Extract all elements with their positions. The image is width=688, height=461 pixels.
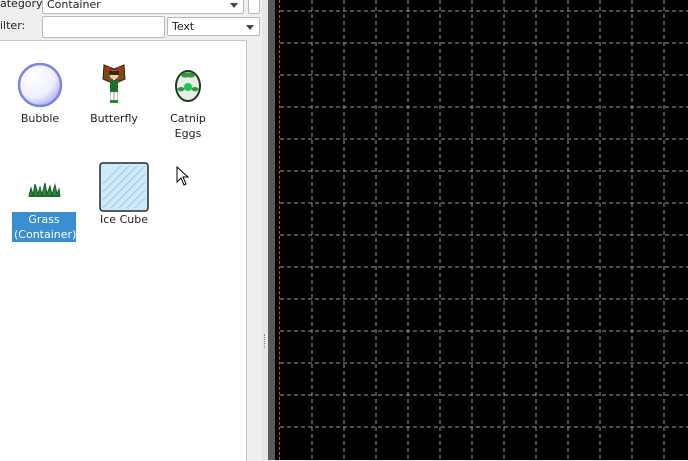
palette-scrollbar[interactable] [247, 40, 261, 460]
palette-item-label: Catnip Eggs [170, 112, 206, 140]
palette-item-label: Grass (Container) [12, 212, 77, 242]
chevron-down-icon [230, 3, 238, 8]
butterfly-icon [89, 61, 139, 111]
palette-item-label: Bubble [20, 112, 60, 125]
level-boundary-line [279, 0, 280, 460]
palette-item-label: Butterfly [90, 112, 138, 125]
bubble-icon [15, 61, 65, 111]
object-list[interactable]: Bubble Butterfly Catnip Eggs Grass (Cont… [0, 40, 247, 461]
category-row: ategory: Container [0, 0, 262, 15]
palette-item-grass[interactable]: Grass (Container) [12, 162, 76, 242]
splitter-grip-icon [264, 334, 267, 348]
mouse-pointer-icon [176, 165, 190, 189]
filter-mode-value: Text [172, 20, 195, 33]
chevron-down-icon [246, 25, 254, 30]
palette-item-butterfly[interactable]: Butterfly [82, 61, 146, 126]
palette-item-label: Ice Cube [100, 213, 148, 226]
category-value: Container [47, 0, 101, 11]
category-option-button[interactable] [248, 0, 260, 14]
canvas-grid [280, 0, 688, 460]
palette-item-bubble[interactable]: Bubble [8, 61, 72, 126]
filter-label: ilter: [0, 19, 26, 32]
ice-cube-icon [99, 162, 149, 212]
filter-row: ilter: Text [0, 16, 262, 38]
catnip-eggs-icon [163, 61, 213, 111]
object-palette-panel: ategory: Container ilter: Text Bubble Bu… [0, 0, 262, 461]
grass-icon [19, 162, 69, 212]
filter-mode-select[interactable]: Text [167, 17, 260, 36]
filter-input[interactable] [42, 16, 165, 38]
category-select[interactable]: Container [42, 0, 244, 14]
level-canvas[interactable] [268, 0, 688, 460]
category-label: ategory: [0, 0, 46, 10]
palette-item-catnip-eggs[interactable]: Catnip Eggs [156, 61, 220, 141]
palette-item-ice-cube[interactable]: Ice Cube [92, 162, 156, 227]
